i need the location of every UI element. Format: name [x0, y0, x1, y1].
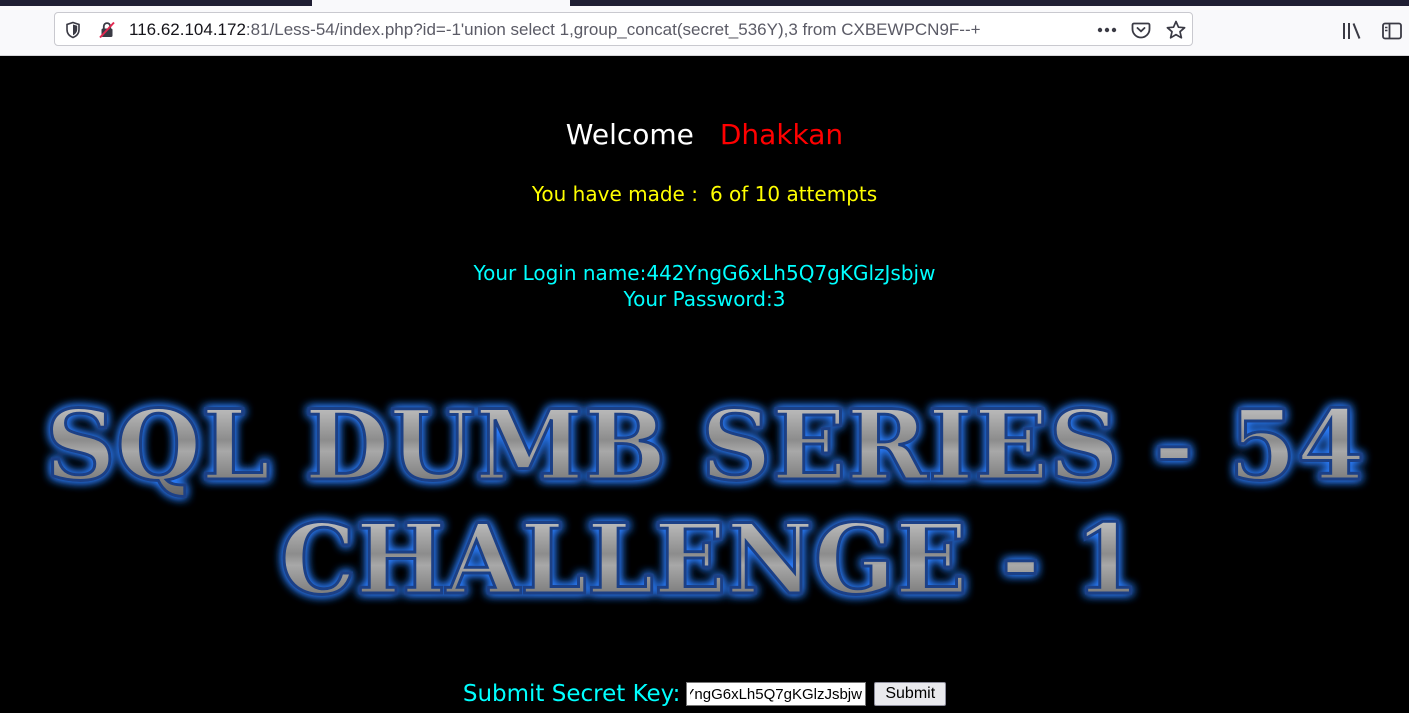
- sidebar-icon[interactable]: [1381, 21, 1403, 41]
- welcome-line: Welcome Dhakkan: [0, 117, 1409, 153]
- submit-secret-label: Submit Secret Key:: [462, 681, 681, 707]
- attempts-value: 6 of 10 attempts: [709, 182, 878, 206]
- library-icon[interactable]: [1341, 21, 1363, 41]
- pocket-icon[interactable]: [1131, 20, 1151, 40]
- insecure-lock-icon[interactable]: [98, 21, 116, 39]
- secret-key-input[interactable]: [686, 682, 867, 706]
- address-bar[interactable]: 116.62.104.172:81/Less-54/index.php?id=-…: [54, 12, 1193, 46]
- attempts-counter: You have made : 6 of 10 attempts: [0, 182, 1409, 206]
- banner-line-1: SQL DUMB SERIES - 54: [45, 389, 1365, 502]
- banner-line-2: CHALLENGE - 1: [280, 503, 1140, 611]
- browser-toolbar: 116.62.104.172:81/Less-54/index.php?id=-…: [0, 6, 1409, 56]
- url-path: :81/Less-54/index.php?id=-1'union select…: [245, 20, 981, 39]
- login-name-text: Your Login name:442YngG6xLh5Q7gKGlzJsbjw: [473, 261, 936, 285]
- page-content: Welcome Dhakkan You have made : 6 of 10 at…: [0, 57, 1409, 713]
- submit-button[interactable]: Submit: [874, 682, 947, 706]
- page-actions-icon[interactable]: [1095, 21, 1119, 39]
- attempts-label: You have made :: [531, 182, 698, 206]
- user-name: Dhakkan: [719, 118, 844, 151]
- url-text[interactable]: 116.62.104.172:81/Less-54/index.php?id=-…: [129, 20, 1069, 40]
- welcome-label: Welcome: [565, 118, 694, 151]
- url-host: 116.62.104.172: [129, 20, 246, 39]
- secret-key-form: Submit Secret Key: Submit: [0, 681, 1409, 707]
- shield-icon[interactable]: [64, 21, 82, 39]
- title-banner: SQL DUMB SERIES - 54 CHALLENGE - 1: [44, 388, 1367, 612]
- star-icon[interactable]: [1165, 19, 1187, 41]
- password-text: Your Password:3: [623, 287, 786, 311]
